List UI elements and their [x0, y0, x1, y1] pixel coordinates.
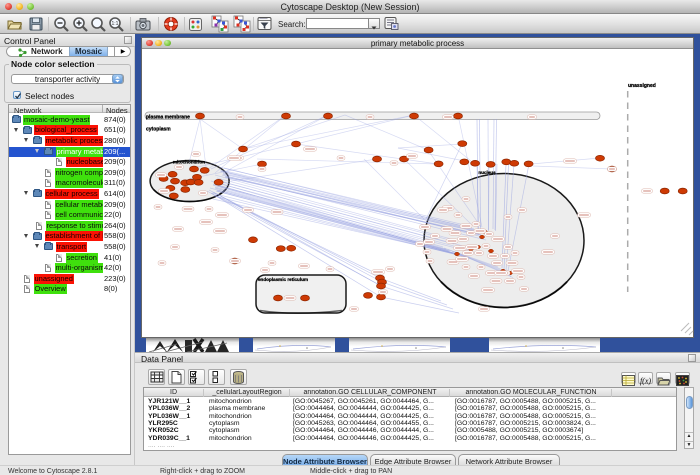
svg-text:endoplasmic reticulum: endoplasmic reticulum: [258, 277, 308, 282]
svg-text:unassigned: unassigned: [628, 83, 656, 89]
svg-text:cytoplasm: cytoplasm: [146, 126, 171, 132]
svg-text:mitochondrion: mitochondrion: [173, 159, 205, 164]
svg-text:nucleus: nucleus: [478, 169, 496, 174]
svg-text:1:1: 1:1: [112, 21, 119, 27]
svg-text:f(x): f(x): [640, 377, 651, 386]
svg-text:plasma membrane: plasma membrane: [146, 114, 190, 120]
